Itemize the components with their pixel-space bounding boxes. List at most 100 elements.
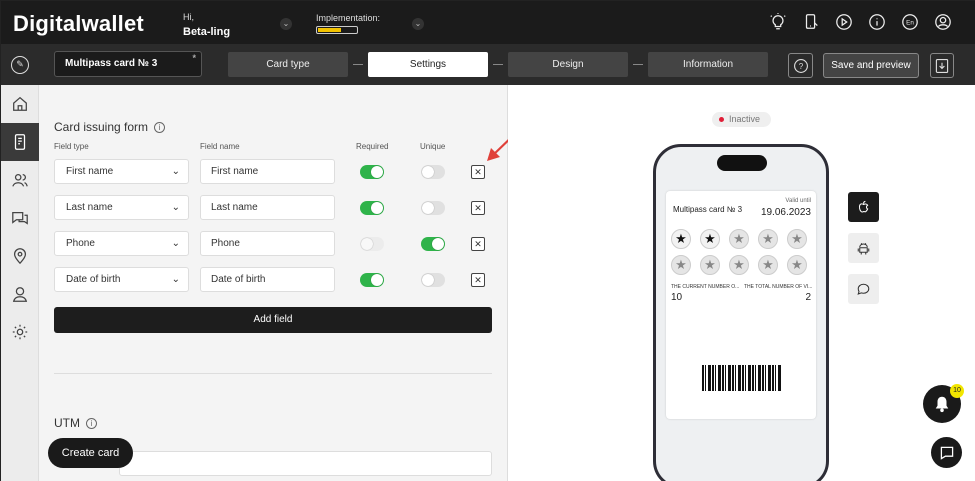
field-type-value: Last name <box>66 202 113 213</box>
info-icon[interactable] <box>868 13 886 31</box>
unique-toggle[interactable] <box>421 237 445 251</box>
phone-notch <box>717 155 767 171</box>
info-icon[interactable]: i <box>154 122 166 133</box>
field-name-input[interactable] <box>200 231 335 256</box>
delete-field-button[interactable]: ✕ <box>471 201 485 215</box>
user-icon <box>12 287 28 302</box>
sidebar-item-cards[interactable] <box>1 123 39 161</box>
sidebar-item-home[interactable] <box>1 85 39 123</box>
delete-field-button[interactable]: ✕ <box>471 237 485 251</box>
android-icon <box>857 242 870 254</box>
field-name-input[interactable] <box>200 159 335 184</box>
sidebar-item-users[interactable] <box>1 275 39 313</box>
unique-toggle[interactable] <box>421 201 445 215</box>
stamp-star-icon: ★ <box>787 255 807 275</box>
stamp-star-icon: ★ <box>729 255 749 275</box>
field-type-select[interactable]: Phone ⌄ <box>54 231 189 256</box>
card-name-input[interactable]: Multipass card № 3 * <box>54 51 202 77</box>
implementation-progress-bar <box>316 26 358 34</box>
card-issuing-form-title: Card issuing form i <box>54 120 166 134</box>
step-information-label: Information <box>682 59 734 70</box>
logo[interactable]: Digitalwallet <box>13 11 144 37</box>
step-design-label: Design <box>552 59 584 70</box>
card-icon <box>14 134 26 150</box>
pass-label-current: THE CURRENT NUMBER O... <box>671 284 740 290</box>
step-separator <box>633 64 643 65</box>
required-toggle[interactable] <box>360 237 384 251</box>
card-name-text: Multipass card № 3 <box>65 58 158 69</box>
column-header-unique: Unique <box>420 142 446 151</box>
language-icon[interactable]: En <box>901 13 919 31</box>
pass-label-total: THE TOTAL NUMBER OF VI... <box>744 284 813 290</box>
support-chat-button[interactable] <box>931 437 962 468</box>
required-toggle[interactable] <box>360 201 384 215</box>
stamp-star-icon: ★ <box>729 229 749 249</box>
stamp-grid: ★ ★ ★ ★ ★ ★ ★ ★ ★ ★ <box>671 229 811 275</box>
step-separator <box>353 64 363 65</box>
toggle-knob <box>422 166 434 178</box>
notification-count-badge: 10 <box>950 384 964 398</box>
delete-field-button[interactable]: ✕ <box>471 273 485 287</box>
top-bar: Digitalwallet Hi, Beta-ling ⌄ Implementa… <box>1 1 975 44</box>
step-settings[interactable]: Settings <box>368 52 488 77</box>
status-badge: Inactive <box>712 112 771 127</box>
add-field-button[interactable]: Add field <box>54 307 492 333</box>
step-design[interactable]: Design <box>508 52 628 77</box>
download-button[interactable] <box>930 53 954 78</box>
field-type-select[interactable]: Last name ⌄ <box>54 195 189 220</box>
user-greeting[interactable]: Hi, Beta-ling <box>183 12 230 38</box>
info-icon[interactable]: i <box>86 418 97 429</box>
toggle-knob <box>371 274 383 286</box>
sidebar-item-settings[interactable] <box>1 313 39 351</box>
user-chevron-down-icon[interactable]: ⌄ <box>280 18 292 30</box>
implementation-progress-fill <box>318 28 341 32</box>
phone-icon[interactable] <box>802 13 820 31</box>
message-preview-button[interactable] <box>848 274 879 304</box>
utm-input[interactable] <box>119 451 492 476</box>
download-icon <box>935 58 949 73</box>
field-type-select[interactable]: First name ⌄ <box>54 159 189 184</box>
play-icon[interactable] <box>835 13 853 31</box>
edit-pencil-icon[interactable]: ✎ <box>11 56 29 74</box>
toggle-knob <box>422 274 434 286</box>
user-name: Beta-ling <box>183 26 231 38</box>
lightbulb-icon[interactable] <box>769 13 787 31</box>
step-card-type[interactable]: Card type <box>228 52 348 77</box>
pass-title: Multipass card № 3 <box>673 205 743 214</box>
language-text: En <box>906 20 914 27</box>
save-and-preview-button[interactable]: Save and preview <box>823 53 919 78</box>
android-preview-button[interactable] <box>848 233 879 263</box>
question-icon: ? <box>793 58 808 73</box>
apple-icon <box>858 200 869 213</box>
create-card-button[interactable]: Create card <box>48 438 133 468</box>
sidebar-item-locations[interactable] <box>1 237 39 275</box>
wallet-pass: Multipass card № 3 Valid until 19.06.202… <box>666 191 816 419</box>
implementation-chevron-down-icon[interactable]: ⌄ <box>412 18 424 30</box>
toggle-knob <box>371 202 383 214</box>
gear-icon <box>12 324 28 340</box>
delete-field-button[interactable]: ✕ <box>471 165 485 179</box>
sidebar-item-messages[interactable] <box>1 199 39 237</box>
stamp-star-icon: ★ <box>700 229 720 249</box>
column-header-field-type: Field type <box>54 142 89 151</box>
chat-icon <box>940 446 953 460</box>
toggle-knob <box>432 238 444 250</box>
help-button[interactable]: ? <box>788 53 813 78</box>
chevron-down-icon: ⌄ <box>171 166 180 177</box>
required-toggle[interactable] <box>360 273 384 287</box>
help-symbol: ? <box>798 62 803 71</box>
barcode <box>702 365 781 391</box>
field-name-input[interactable] <box>200 267 335 292</box>
profile-icon[interactable] <box>934 13 952 31</box>
preview-panel: Inactive Multipass card № 3 Valid until … <box>508 85 975 481</box>
stamp-star-icon: ★ <box>671 229 691 249</box>
field-type-select[interactable]: Date of birth ⌄ <box>54 267 189 292</box>
unique-toggle[interactable] <box>421 273 445 287</box>
sidebar-item-clients[interactable] <box>1 161 39 199</box>
field-name-input[interactable] <box>200 195 335 220</box>
required-toggle[interactable] <box>360 165 384 179</box>
apple-preview-button[interactable] <box>848 192 879 222</box>
unique-toggle[interactable] <box>421 165 445 179</box>
section-title-text: Card issuing form <box>54 120 149 134</box>
step-information[interactable]: Information <box>648 52 768 77</box>
